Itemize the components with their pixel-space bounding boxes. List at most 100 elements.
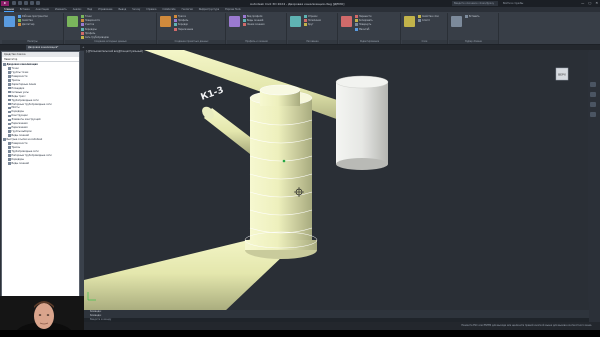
ribbon-command-label: Линии сечения [247, 23, 265, 27]
tab-6[interactable]: Управление [98, 8, 112, 11]
ribbon-large-icon[interactable] [229, 16, 240, 27]
tab-8[interactable]: Survey [132, 8, 140, 11]
command-icon [465, 15, 468, 18]
ribbon-group-title[interactable]: Слои [402, 40, 447, 44]
tree-node-icon [8, 86, 11, 90]
ribbon-large-icon[interactable] [290, 16, 301, 27]
ribbon-group-title[interactable]: Палитры [2, 40, 63, 44]
ribbon-command[interactable]: Полилиния [304, 19, 321, 23]
ribbon-command[interactable]: Трасса [174, 15, 186, 18]
tree-node-icon [8, 71, 11, 74]
ribbon-command[interactable]: Перенести [355, 15, 371, 18]
command-icon [81, 36, 84, 39]
tab-13[interactable]: Express Tools [225, 8, 240, 11]
undo-icon[interactable] [30, 1, 34, 5]
ribbon-command[interactable]: Свойства слоя [418, 15, 439, 18]
ribbon-large-icon[interactable] [451, 16, 462, 27]
tab-0[interactable]: Главная [4, 8, 14, 12]
ribbon-command[interactable]: Диспетчер [18, 23, 34, 27]
ribbon-command[interactable]: Профиль [174, 19, 188, 23]
quick-access-toolbar [12, 1, 40, 5]
ribbon-group-title[interactable]: Буфер обмена [449, 40, 498, 44]
ribbon-command-label: Свойства слоя [422, 15, 439, 18]
ribbon-large-icon[interactable] [67, 16, 78, 27]
redo-icon[interactable] [36, 1, 40, 5]
ribbon-large-icon[interactable] [341, 16, 352, 27]
ribbon-command[interactable]: Коридоры [81, 27, 97, 31]
ribbon-command[interactable]: Точки [81, 15, 92, 18]
ribbon-command[interactable]: Круг [304, 23, 313, 27]
command-icon [18, 23, 21, 27]
ribbon-large-icon[interactable] [4, 16, 15, 27]
tree-item-label: Быстрые ссылки на Autodesk [6, 138, 43, 142]
tab-12[interactable]: Инфраструктура [199, 8, 219, 11]
ribbon-command-label: Трасса [178, 15, 186, 18]
ribbon-group-title[interactable]: Редактирование [339, 40, 400, 44]
ribbon-group-title[interactable]: Создание исходных данных [65, 40, 156, 44]
ribbon-group-title[interactable]: Рисование [288, 40, 337, 44]
close-button[interactable]: ✕ [595, 1, 598, 5]
tab-11[interactable]: Геология [182, 8, 193, 11]
ribbon-group-title[interactable]: Создание проектных данных [158, 40, 225, 44]
tab-5[interactable]: Вид [87, 8, 92, 11]
ribbon-command[interactable]: Рабочее пространство [18, 15, 48, 18]
tab-7[interactable]: Вывод [118, 8, 126, 11]
file-tab[interactable]: Дворовая канализация* [26, 45, 80, 50]
minimize-button[interactable]: — [581, 1, 584, 5]
open-icon[interactable] [18, 1, 22, 5]
ribbon-command[interactable]: Коридор [174, 23, 188, 27]
tab-4[interactable]: Анализ [73, 8, 82, 11]
showmotion-icon[interactable] [590, 112, 596, 117]
pan-icon[interactable] [590, 82, 596, 87]
ribbon-command-label: Участки [85, 23, 95, 27]
ribbon-command-label: Точки [85, 15, 92, 18]
ribbon-command[interactable]: Масштаб [355, 27, 369, 31]
ribbon-command[interactable]: Свойства [18, 19, 33, 23]
ribbon-command-label: Вставить [469, 15, 480, 18]
command-icon [355, 15, 358, 18]
orbit-icon[interactable] [590, 102, 596, 107]
command-icon [355, 27, 358, 31]
maximize-button[interactable]: ▢ [588, 1, 591, 5]
ribbon-group-2: Трасса Профиль Коридор Пересечение Создание … [158, 13, 226, 44]
ribbon-command[interactable]: Поверхности [81, 19, 100, 23]
ribbon-command[interactable]: Копировать [355, 19, 373, 23]
ribbon-command[interactable]: Виды сечений [243, 19, 264, 23]
tab-1[interactable]: Вставка [20, 8, 30, 11]
viewcube[interactable]: ВЕРХ [555, 67, 569, 81]
tree-node-icon [8, 90, 11, 94]
ribbon-command[interactable]: Вид профиля [243, 15, 262, 18]
ribbon-command[interactable]: Слой 0 [418, 19, 430, 23]
zoom-icon[interactable] [590, 92, 596, 97]
ribbon-command[interactable]: Вставить [465, 15, 480, 18]
ribbon-large-icon[interactable] [404, 16, 415, 27]
ribbon-command[interactable]: Участки [81, 23, 95, 27]
tree-item[interactable]: Виды сечений [3, 162, 79, 166]
ribbon-command[interactable]: Сеть трубопроводов [81, 36, 109, 39]
ribbon-command[interactable]: Отрезок [304, 15, 318, 18]
new-icon[interactable] [12, 1, 16, 5]
ribbon-command-label: Виды сечений [247, 19, 264, 23]
command-icon [18, 15, 21, 18]
tab-2[interactable]: Аннотации [36, 8, 49, 11]
ribbon-command[interactable]: Профиль [81, 31, 95, 35]
ribbon-large-icon[interactable] [160, 16, 171, 27]
ribbon-command[interactable]: Линии сечения [243, 23, 265, 27]
ribbon-command[interactable]: Пересечение [174, 27, 193, 31]
tab-3[interactable]: Изменить [55, 8, 67, 11]
tree-node-icon [8, 118, 11, 122]
ribbon-command[interactable]: Повернуть [355, 23, 371, 27]
tab-9[interactable]: Справка [146, 8, 156, 11]
ribbon-group-title[interactable]: Профиль и сечения [227, 40, 286, 44]
save-icon[interactable] [24, 1, 28, 5]
command-icon [81, 19, 84, 23]
tree-item-label: Пересечения [11, 126, 28, 130]
tab-10[interactable]: Collaborate [162, 8, 175, 11]
command-icon [243, 15, 246, 18]
ribbon-group-5: Перенести Копировать Повернуть Масштаб Редак… [339, 13, 401, 44]
sign-in-link[interactable]: Войти в службы [503, 2, 523, 5]
search-input[interactable]: Введите ключевое слово/фразу [452, 1, 498, 6]
grip-marker [282, 159, 286, 163]
drawing-viewport[interactable]: [-][Пользовательский вид][Концептуальный… [84, 50, 589, 310]
app-logo[interactable]: C [1, 1, 9, 6]
